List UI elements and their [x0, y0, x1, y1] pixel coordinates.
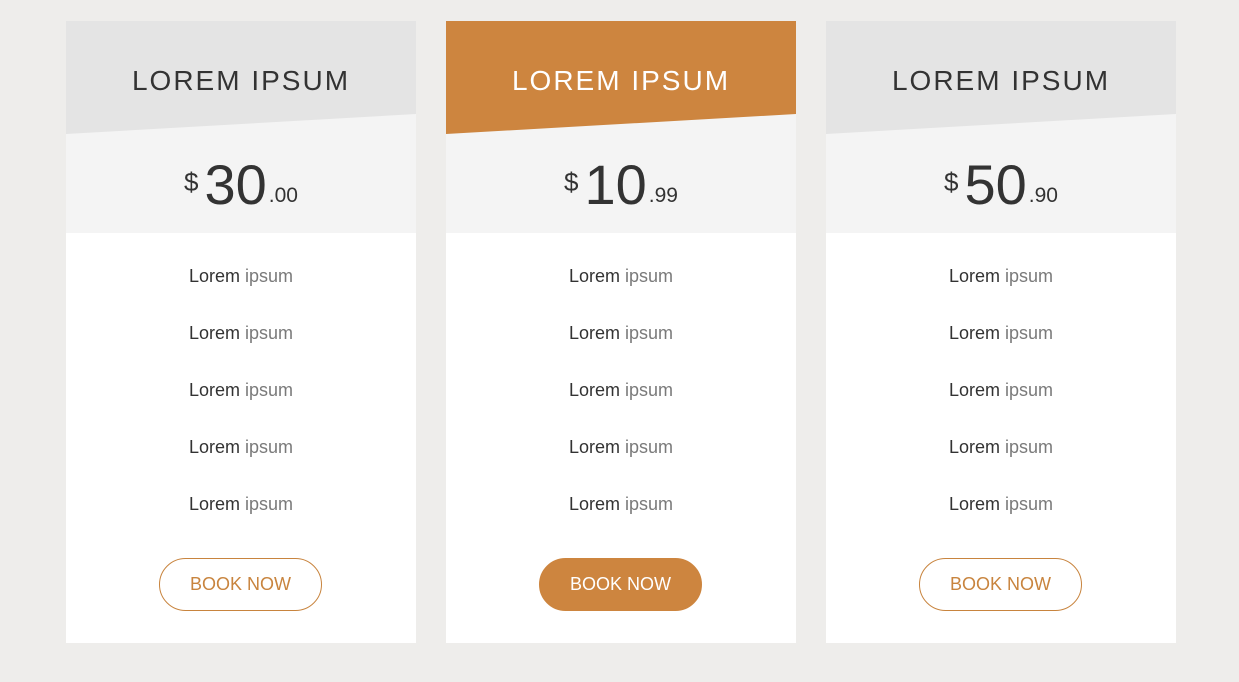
- feature-muted: ipsum: [1005, 380, 1054, 400]
- pricing-card-2: LOREM IPSUM $10.99 Lorem ipsum Lorem ips…: [446, 21, 796, 643]
- feature-item: Lorem ipsum: [66, 265, 416, 322]
- price-cents: .90: [1028, 184, 1058, 207]
- card-header: LOREM IPSUM $50.90: [826, 21, 1176, 233]
- feature-strong: Lorem: [948, 494, 1000, 514]
- feature-strong: Lorem: [948, 380, 1000, 400]
- pricing-table: LOREM IPSUM $30.00 Lorem ipsum Lorem ips…: [0, 0, 1239, 682]
- price-amount: 10: [584, 153, 647, 216]
- price-currency: $: [944, 167, 959, 197]
- feature-strong: Lorem: [568, 380, 620, 400]
- book-now-button[interactable]: BOOK NOW: [919, 558, 1082, 611]
- feature-strong: Lorem: [188, 323, 240, 343]
- feature-strong: Lorem: [948, 266, 1000, 286]
- feature-strong: Lorem: [948, 437, 1000, 457]
- feature-muted: ipsum: [245, 380, 294, 400]
- feature-muted: ipsum: [625, 380, 674, 400]
- price-cents: .99: [648, 184, 678, 207]
- plan-price: $50.90: [826, 149, 1176, 221]
- book-now-button[interactable]: BOOK NOW: [539, 558, 702, 611]
- feature-item: Lorem ipsum: [446, 322, 796, 379]
- feature-muted: ipsum: [1005, 437, 1054, 457]
- feature-strong: Lorem: [568, 266, 620, 286]
- feature-item: Lorem ipsum: [826, 322, 1176, 379]
- feature-strong: Lorem: [568, 494, 620, 514]
- feature-muted: ipsum: [245, 494, 294, 514]
- card-header: LOREM IPSUM $10.99: [446, 21, 796, 233]
- feature-muted: ipsum: [625, 494, 674, 514]
- plan-title: LOREM IPSUM: [511, 65, 731, 96]
- price-currency: $: [564, 167, 579, 197]
- feature-strong: Lorem: [568, 437, 620, 457]
- plan-title: LOREM IPSUM: [891, 65, 1111, 96]
- card-header: LOREM IPSUM $30.00: [66, 21, 416, 233]
- feature-muted: ipsum: [625, 437, 674, 457]
- feature-list: Lorem ipsum Lorem ipsum Lorem ipsum Lore…: [446, 265, 796, 550]
- price-currency: $: [184, 167, 199, 197]
- feature-list: Lorem ipsum Lorem ipsum Lorem ipsum Lore…: [66, 265, 416, 550]
- feature-strong: Lorem: [188, 266, 240, 286]
- feature-item: Lorem ipsum: [446, 379, 796, 436]
- plan-price: $10.99: [446, 149, 796, 221]
- plan-title: LOREM IPSUM: [131, 65, 351, 96]
- feature-muted: ipsum: [625, 266, 674, 286]
- price-amount: 50: [964, 153, 1027, 216]
- feature-muted: ipsum: [1005, 323, 1054, 343]
- feature-list: Lorem ipsum Lorem ipsum Lorem ipsum Lore…: [826, 265, 1176, 550]
- feature-item: Lorem ipsum: [826, 379, 1176, 436]
- feature-item: Lorem ipsum: [446, 493, 796, 550]
- feature-item: Lorem ipsum: [66, 436, 416, 493]
- feature-strong: Lorem: [568, 323, 620, 343]
- feature-item: Lorem ipsum: [826, 265, 1176, 322]
- book-now-button[interactable]: BOOK NOW: [159, 558, 322, 611]
- feature-muted: ipsum: [1005, 494, 1054, 514]
- feature-muted: ipsum: [625, 323, 674, 343]
- pricing-card-3: LOREM IPSUM $50.90 Lorem ipsum Lorem ips…: [826, 21, 1176, 643]
- feature-item: Lorem ipsum: [66, 322, 416, 379]
- feature-item: Lorem ipsum: [66, 379, 416, 436]
- feature-strong: Lorem: [188, 437, 240, 457]
- feature-item: Lorem ipsum: [446, 436, 796, 493]
- feature-item: Lorem ipsum: [66, 493, 416, 550]
- feature-muted: ipsum: [245, 323, 294, 343]
- pricing-card-1: LOREM IPSUM $30.00 Lorem ipsum Lorem ips…: [66, 21, 416, 643]
- feature-item: Lorem ipsum: [826, 493, 1176, 550]
- price-amount: 30: [204, 153, 267, 216]
- price-cents: .00: [268, 184, 298, 207]
- feature-muted: ipsum: [245, 437, 294, 457]
- feature-muted: ipsum: [1005, 266, 1054, 286]
- feature-strong: Lorem: [948, 323, 1000, 343]
- plan-price: $30.00: [66, 149, 416, 221]
- feature-strong: Lorem: [188, 494, 240, 514]
- feature-muted: ipsum: [245, 266, 294, 286]
- feature-item: Lorem ipsum: [826, 436, 1176, 493]
- feature-strong: Lorem: [188, 380, 240, 400]
- feature-item: Lorem ipsum: [446, 265, 796, 322]
